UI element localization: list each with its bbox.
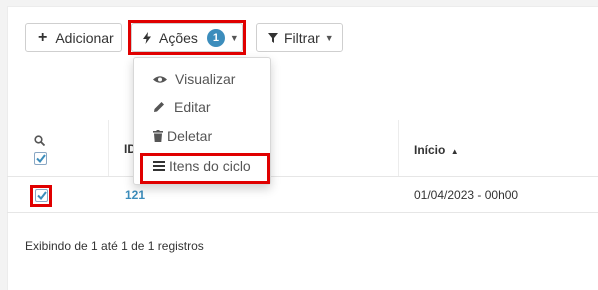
column-header-label: Início bbox=[414, 143, 446, 157]
filter-button[interactable]: Filtrar ▼ bbox=[256, 23, 343, 52]
select-all-checkbox[interactable] bbox=[34, 152, 47, 165]
chevron-down-icon: ▼ bbox=[229, 32, 239, 43]
trash-icon bbox=[153, 130, 163, 142]
sort-icon: ▲︎ bbox=[450, 147, 459, 156]
actions-dropdown-menu: Visualizar Editar Deletar Itens do ciclo bbox=[133, 57, 271, 185]
check-icon bbox=[35, 154, 46, 163]
row-checkbox[interactable] bbox=[35, 189, 48, 202]
menu-item-itens-do-ciclo[interactable]: Itens do ciclo bbox=[134, 153, 270, 179]
search-icon[interactable] bbox=[34, 133, 46, 151]
actions-button[interactable]: Ações 1 ▼ bbox=[131, 23, 243, 52]
pencil-icon bbox=[153, 101, 165, 113]
actions-button-label: Ações bbox=[159, 29, 198, 46]
row-divider bbox=[7, 212, 598, 213]
menu-item-editar[interactable]: Editar bbox=[134, 94, 270, 120]
filter-button-label: Filtrar bbox=[284, 29, 320, 46]
bolt-icon bbox=[143, 31, 151, 44]
row-id-link[interactable]: 121 bbox=[125, 188, 145, 202]
menu-item-label: Editar bbox=[174, 99, 211, 115]
add-button[interactable]: + Adicionar bbox=[25, 23, 122, 52]
menu-item-deletar[interactable]: Deletar bbox=[134, 123, 270, 149]
menu-item-label: Itens do ciclo bbox=[169, 158, 251, 174]
actions-count-badge: 1 bbox=[206, 28, 225, 47]
filter-icon bbox=[268, 32, 278, 43]
add-button-label: Adicionar bbox=[55, 29, 114, 46]
check-icon bbox=[36, 191, 47, 200]
row-inicio: 01/04/2023 - 00h00 bbox=[414, 188, 519, 202]
list-icon bbox=[153, 161, 165, 171]
pagination-info: Exibindo de 1 até 1 de 1 registros bbox=[25, 239, 204, 253]
chevron-down-icon: ▼ bbox=[324, 32, 334, 43]
header-divider bbox=[7, 176, 598, 177]
menu-item-visualizar[interactable]: Visualizar bbox=[134, 66, 270, 92]
plus-icon: + bbox=[38, 28, 48, 46]
column-separator bbox=[108, 120, 109, 176]
column-header-inicio[interactable]: Início ▲︎ bbox=[414, 143, 459, 157]
menu-item-label: Visualizar bbox=[175, 71, 236, 87]
eye-icon bbox=[153, 75, 167, 84]
column-separator bbox=[398, 120, 399, 176]
menu-item-label: Deletar bbox=[167, 128, 213, 144]
